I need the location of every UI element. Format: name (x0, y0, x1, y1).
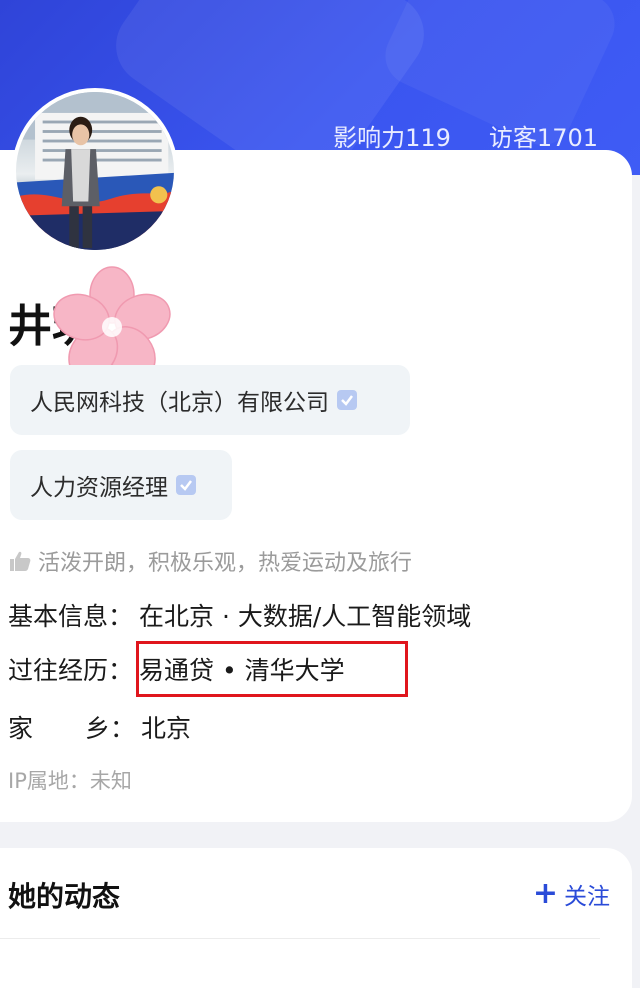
company-tag[interactable]: 人民网科技（北京）有限公司 (10, 365, 410, 435)
feed-title: 她的动态 (8, 880, 121, 913)
verified-icon (176, 475, 196, 495)
avatar-photo (16, 92, 174, 250)
follow-label: 关注 (564, 884, 610, 910)
experience-label: 过往经历： (8, 656, 134, 685)
motto: 活泼开朗，积极乐观，热爱运动及旅行 (8, 545, 412, 577)
divider (0, 938, 600, 939)
hometown-label: 家乡： (8, 714, 136, 743)
hometown-row: 家乡： 北京 (8, 709, 191, 745)
basic-info-label: 基本信息： (8, 602, 134, 631)
basic-info-value: 在北京 · 大数据/人工智能领域 (139, 602, 472, 631)
ip-location: IP属地：未知 (8, 769, 132, 793)
job-title-tag[interactable]: 人力资源经理 (10, 450, 232, 520)
follow-button[interactable]: + 关注 (533, 877, 610, 911)
avatar[interactable] (12, 88, 178, 254)
visitor-stat[interactable]: 访客1701 (489, 118, 598, 153)
verified-icon (337, 390, 357, 410)
company-tag-label: 人民网科技（北京）有限公司 (30, 390, 329, 416)
motto-text: 活泼开朗，积极乐观，热爱运动及旅行 (38, 551, 413, 576)
stats-bar: 影响力119 访客1701 (333, 118, 598, 153)
influence-stat[interactable]: 影响力119 (333, 118, 451, 153)
job-title-tag-label: 人力资源经理 (30, 475, 168, 501)
plus-icon: + (532, 876, 558, 911)
basic-info-row: 基本信息： 在北京 · 大数据/人工智能领域 (8, 597, 471, 633)
highlight-box (136, 641, 408, 697)
feed-card (0, 848, 632, 988)
hometown-value: 北京 (141, 714, 192, 743)
thumbs-up-icon (10, 551, 31, 571)
